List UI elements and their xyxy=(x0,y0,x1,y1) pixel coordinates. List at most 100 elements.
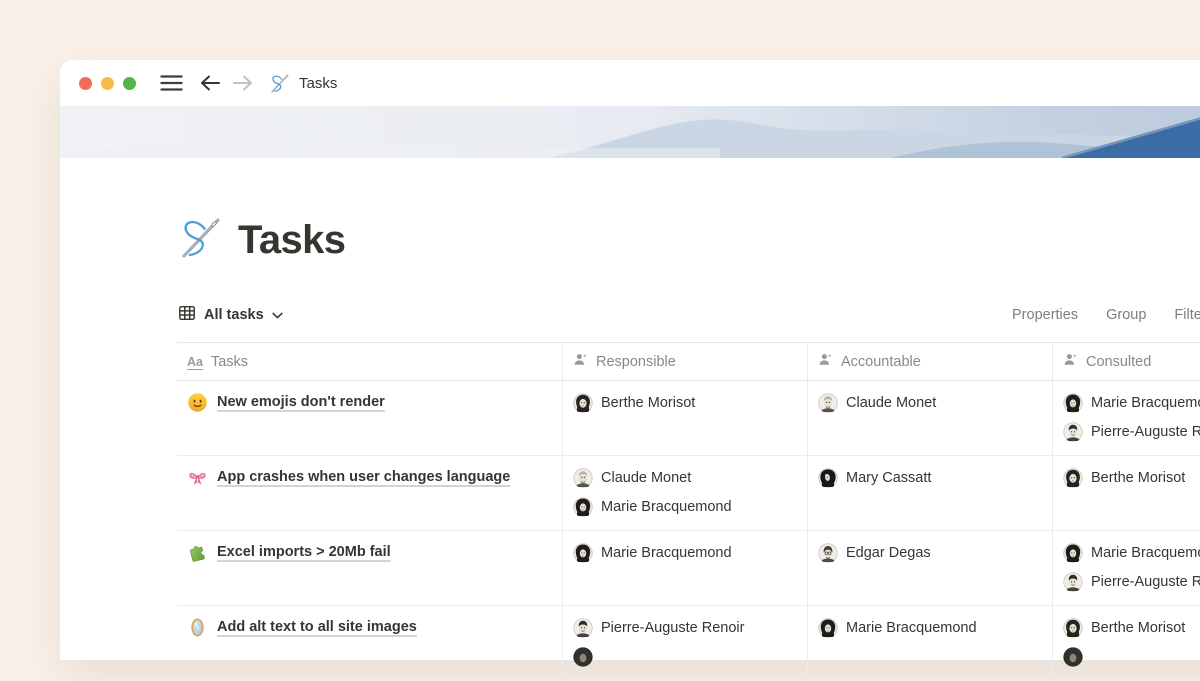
column-label: Consulted xyxy=(1086,354,1151,370)
people-cell[interactable]: Pierre-Auguste Renoir xyxy=(563,606,808,680)
avatar xyxy=(573,393,593,413)
column-header-consulted[interactable]: Consulted xyxy=(1053,343,1200,380)
avatar xyxy=(818,543,838,563)
people-cell[interactable]: Claude Monet xyxy=(808,381,1053,455)
person-chip[interactable]: Marie Bracquemond xyxy=(1063,391,1200,415)
toolbar-filter-button[interactable]: Filter xyxy=(1174,307,1200,323)
avatar xyxy=(1063,393,1083,413)
needle-icon[interactable] xyxy=(177,215,223,266)
puzzle-emoji xyxy=(187,541,208,568)
title-property-icon: Aa xyxy=(187,354,203,370)
view-name: All tasks xyxy=(204,307,264,323)
needle-icon xyxy=(269,73,290,94)
close-window-button[interactable] xyxy=(79,77,92,90)
person-chip[interactable]: Berthe Morisot xyxy=(1063,616,1200,640)
zoom-window-button[interactable] xyxy=(123,77,136,90)
avatar xyxy=(573,543,593,563)
column-header-tasks[interactable]: Aa Tasks xyxy=(177,343,563,380)
column-label: Tasks xyxy=(211,354,248,370)
person-property-icon xyxy=(573,352,588,371)
person-chip[interactable]: Berthe Morisot xyxy=(573,391,797,415)
sidebar-menu-icon[interactable] xyxy=(160,74,183,92)
person-name: Marie Bracquemond xyxy=(846,620,977,636)
minimize-window-button[interactable] xyxy=(101,77,114,90)
task-cell[interactable]: App crashes when user changes language xyxy=(177,456,563,530)
person-chip[interactable]: Berthe Morisot xyxy=(1063,466,1200,490)
person-name: Pierre-Auguste Renoir xyxy=(1091,424,1200,440)
avatar xyxy=(573,647,593,667)
column-header-responsible[interactable]: Responsible xyxy=(563,343,808,380)
person-chip[interactable] xyxy=(573,645,797,669)
view-bar: All tasks Properties Group Filter xyxy=(178,297,1200,333)
person-chip[interactable] xyxy=(1063,645,1200,669)
person-chip[interactable]: Marie Bracquemond xyxy=(818,616,1042,640)
task-cell[interactable]: Excel imports > 20Mb fail xyxy=(177,531,563,605)
task-cell[interactable]: New emojis don't render xyxy=(177,381,563,455)
avatar xyxy=(1063,618,1083,638)
column-header-accountable[interactable]: Accountable xyxy=(808,343,1053,380)
people-cell[interactable]: Berthe Morisot xyxy=(563,381,808,455)
people-cell[interactable]: Marie Bracquemond xyxy=(808,606,1053,680)
smiley-emoji xyxy=(187,391,208,418)
bow-emoji xyxy=(187,466,208,493)
avatar xyxy=(1063,647,1083,667)
person-name: Pierre-Auguste Renoir xyxy=(601,620,744,636)
person-chip[interactable]: Edgar Degas xyxy=(818,541,1042,565)
people-cell[interactable]: Mary Cassatt xyxy=(808,456,1053,530)
person-chip[interactable]: Pierre-Auguste Renoir xyxy=(1063,570,1200,594)
task-title[interactable]: New emojis don't render xyxy=(217,391,385,414)
toolbar-properties-button[interactable]: Properties xyxy=(1012,307,1078,323)
person-chip[interactable]: Pierre-Auguste Renoir xyxy=(1063,420,1200,444)
person-property-icon xyxy=(1063,352,1078,371)
person-name: Marie Bracquemond xyxy=(601,499,732,515)
forward-arrow-icon[interactable] xyxy=(232,75,253,91)
person-chip[interactable]: Claude Monet xyxy=(573,466,797,490)
avatar xyxy=(573,468,593,488)
avatar xyxy=(818,618,838,638)
person-chip[interactable]: Claude Monet xyxy=(818,391,1042,415)
avatar xyxy=(1063,572,1083,592)
task-cell[interactable]: Add alt text to all site images xyxy=(177,606,563,680)
person-name: Edgar Degas xyxy=(846,545,931,561)
table-row: Add alt text to all site images Pierre-Au… xyxy=(177,606,1200,681)
people-cell[interactable]: Marie Bracquemond xyxy=(563,531,808,605)
page-header: Tasks xyxy=(177,215,345,266)
toolbar-group-button[interactable]: Group xyxy=(1106,307,1146,323)
person-chip[interactable]: Marie Bracquemond xyxy=(573,541,797,565)
view-switcher[interactable]: All tasks xyxy=(178,297,283,333)
person-chip[interactable]: Mary Cassatt xyxy=(818,466,1042,490)
people-cell[interactable]: Marie Bracquemond Pierre-Auguste Renoir xyxy=(1053,381,1200,455)
people-cell[interactable]: Berthe Morisot xyxy=(1053,456,1200,530)
avatar xyxy=(1063,543,1083,563)
person-name: Pierre-Auguste Renoir xyxy=(1091,574,1200,590)
view-toolbar: Properties Group Filter xyxy=(1012,297,1200,333)
person-chip[interactable]: Marie Bracquemond xyxy=(1063,541,1200,565)
column-label: Accountable xyxy=(841,354,921,370)
task-title[interactable]: App crashes when user changes language xyxy=(217,466,510,489)
avatar xyxy=(818,468,838,488)
person-name: Claude Monet xyxy=(846,395,936,411)
column-label: Responsible xyxy=(596,354,676,370)
table-body: New emojis don't render Berthe Morisot Cla… xyxy=(177,381,1200,681)
person-name: Marie Bracquemond xyxy=(601,545,732,561)
person-chip[interactable]: Marie Bracquemond xyxy=(573,495,797,519)
task-title[interactable]: Add alt text to all site images xyxy=(217,616,417,639)
people-cell[interactable]: Edgar Degas xyxy=(808,531,1053,605)
avatar xyxy=(818,393,838,413)
back-arrow-icon[interactable] xyxy=(200,75,221,91)
person-chip[interactable]: Pierre-Auguste Renoir xyxy=(573,616,797,640)
person-name: Marie Bracquemond xyxy=(1091,545,1200,561)
avatar xyxy=(573,618,593,638)
person-name: Marie Bracquemond xyxy=(1091,395,1200,411)
people-cell[interactable]: Berthe Morisot xyxy=(1053,606,1200,680)
avatar xyxy=(1063,468,1083,488)
people-cell[interactable]: Claude Monet Marie Bracquemond xyxy=(563,456,808,530)
avatar xyxy=(573,497,593,517)
page-title[interactable]: Tasks xyxy=(238,218,345,263)
window-titlebar: Tasks xyxy=(60,60,1200,106)
breadcrumb-page-title[interactable]: Tasks xyxy=(299,75,337,92)
table-row: New emojis don't render Berthe Morisot Cla… xyxy=(177,381,1200,456)
person-name: Berthe Morisot xyxy=(601,395,695,411)
task-title[interactable]: Excel imports > 20Mb fail xyxy=(217,541,391,564)
people-cell[interactable]: Marie Bracquemond Pierre-Auguste Renoir xyxy=(1053,531,1200,605)
